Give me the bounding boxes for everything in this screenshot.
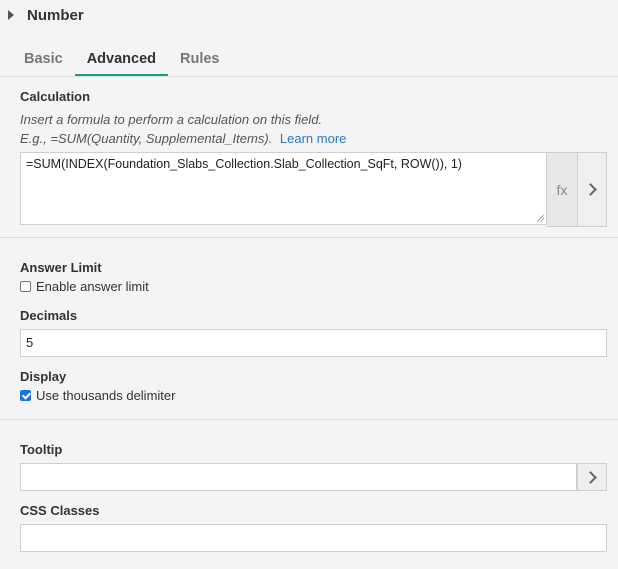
thousands-delimiter-text: Use thousands delimiter (36, 388, 176, 403)
section-divider-2 (0, 419, 618, 420)
decimals-value: 5 (26, 335, 34, 350)
caret-right-icon[interactable] (8, 10, 14, 20)
chevron-right-icon (584, 183, 597, 196)
tab-basic[interactable]: Basic (12, 44, 75, 74)
tooltip-expand-button[interactable] (577, 463, 607, 491)
tab-advanced[interactable]: Advanced (74, 44, 169, 76)
tooltip-input[interactable] (20, 463, 577, 491)
css-classes-input[interactable] (20, 524, 607, 552)
tab-bar: Basic Advanced Rules (12, 44, 232, 76)
learn-more-link[interactable]: Learn more (280, 131, 346, 146)
enable-answer-limit-checkbox[interactable] (20, 281, 31, 292)
tooltip-label: Tooltip (20, 442, 63, 457)
answer-limit-label: Answer Limit (20, 260, 102, 275)
thousands-delimiter-row[interactable]: Use thousands delimiter (20, 388, 175, 403)
calculation-example: E.g., =SUM(Quantity, Supplemental_Items)… (20, 131, 346, 146)
field-settings-panel: Number Basic Advanced Rules Calculation … (0, 0, 618, 569)
enable-answer-limit-text: Enable answer limit (36, 279, 149, 294)
calculation-hint: Insert a formula to perform a calculatio… (20, 112, 323, 127)
thousands-delimiter-checkbox[interactable] (20, 390, 31, 401)
css-classes-label: CSS Classes (20, 503, 100, 518)
section-divider (0, 237, 618, 238)
decimals-input[interactable]: 5 (20, 329, 607, 357)
function-button[interactable]: fx (547, 152, 577, 227)
formula-text: =SUM(INDEX(Foundation_Slabs_Collection.S… (26, 157, 462, 171)
section-header[interactable]: Number (6, 3, 84, 27)
calculation-example-text: E.g., =SUM(Quantity, Supplemental_Items)… (20, 131, 273, 146)
tab-divider (0, 76, 618, 77)
enable-answer-limit-row[interactable]: Enable answer limit (20, 279, 149, 294)
display-label: Display (20, 369, 67, 384)
decimals-label: Decimals (20, 308, 78, 323)
tab-rules[interactable]: Rules (168, 44, 232, 74)
formula-textarea[interactable]: =SUM(INDEX(Foundation_Slabs_Collection.S… (20, 152, 547, 225)
chevron-right-icon (584, 470, 597, 484)
fx-icon: fx (556, 181, 568, 198)
formula-expand-button[interactable] (577, 152, 607, 227)
calculation-label: Calculation (20, 89, 91, 104)
resize-grip-icon[interactable] (537, 215, 544, 222)
section-title: Number (27, 6, 84, 24)
